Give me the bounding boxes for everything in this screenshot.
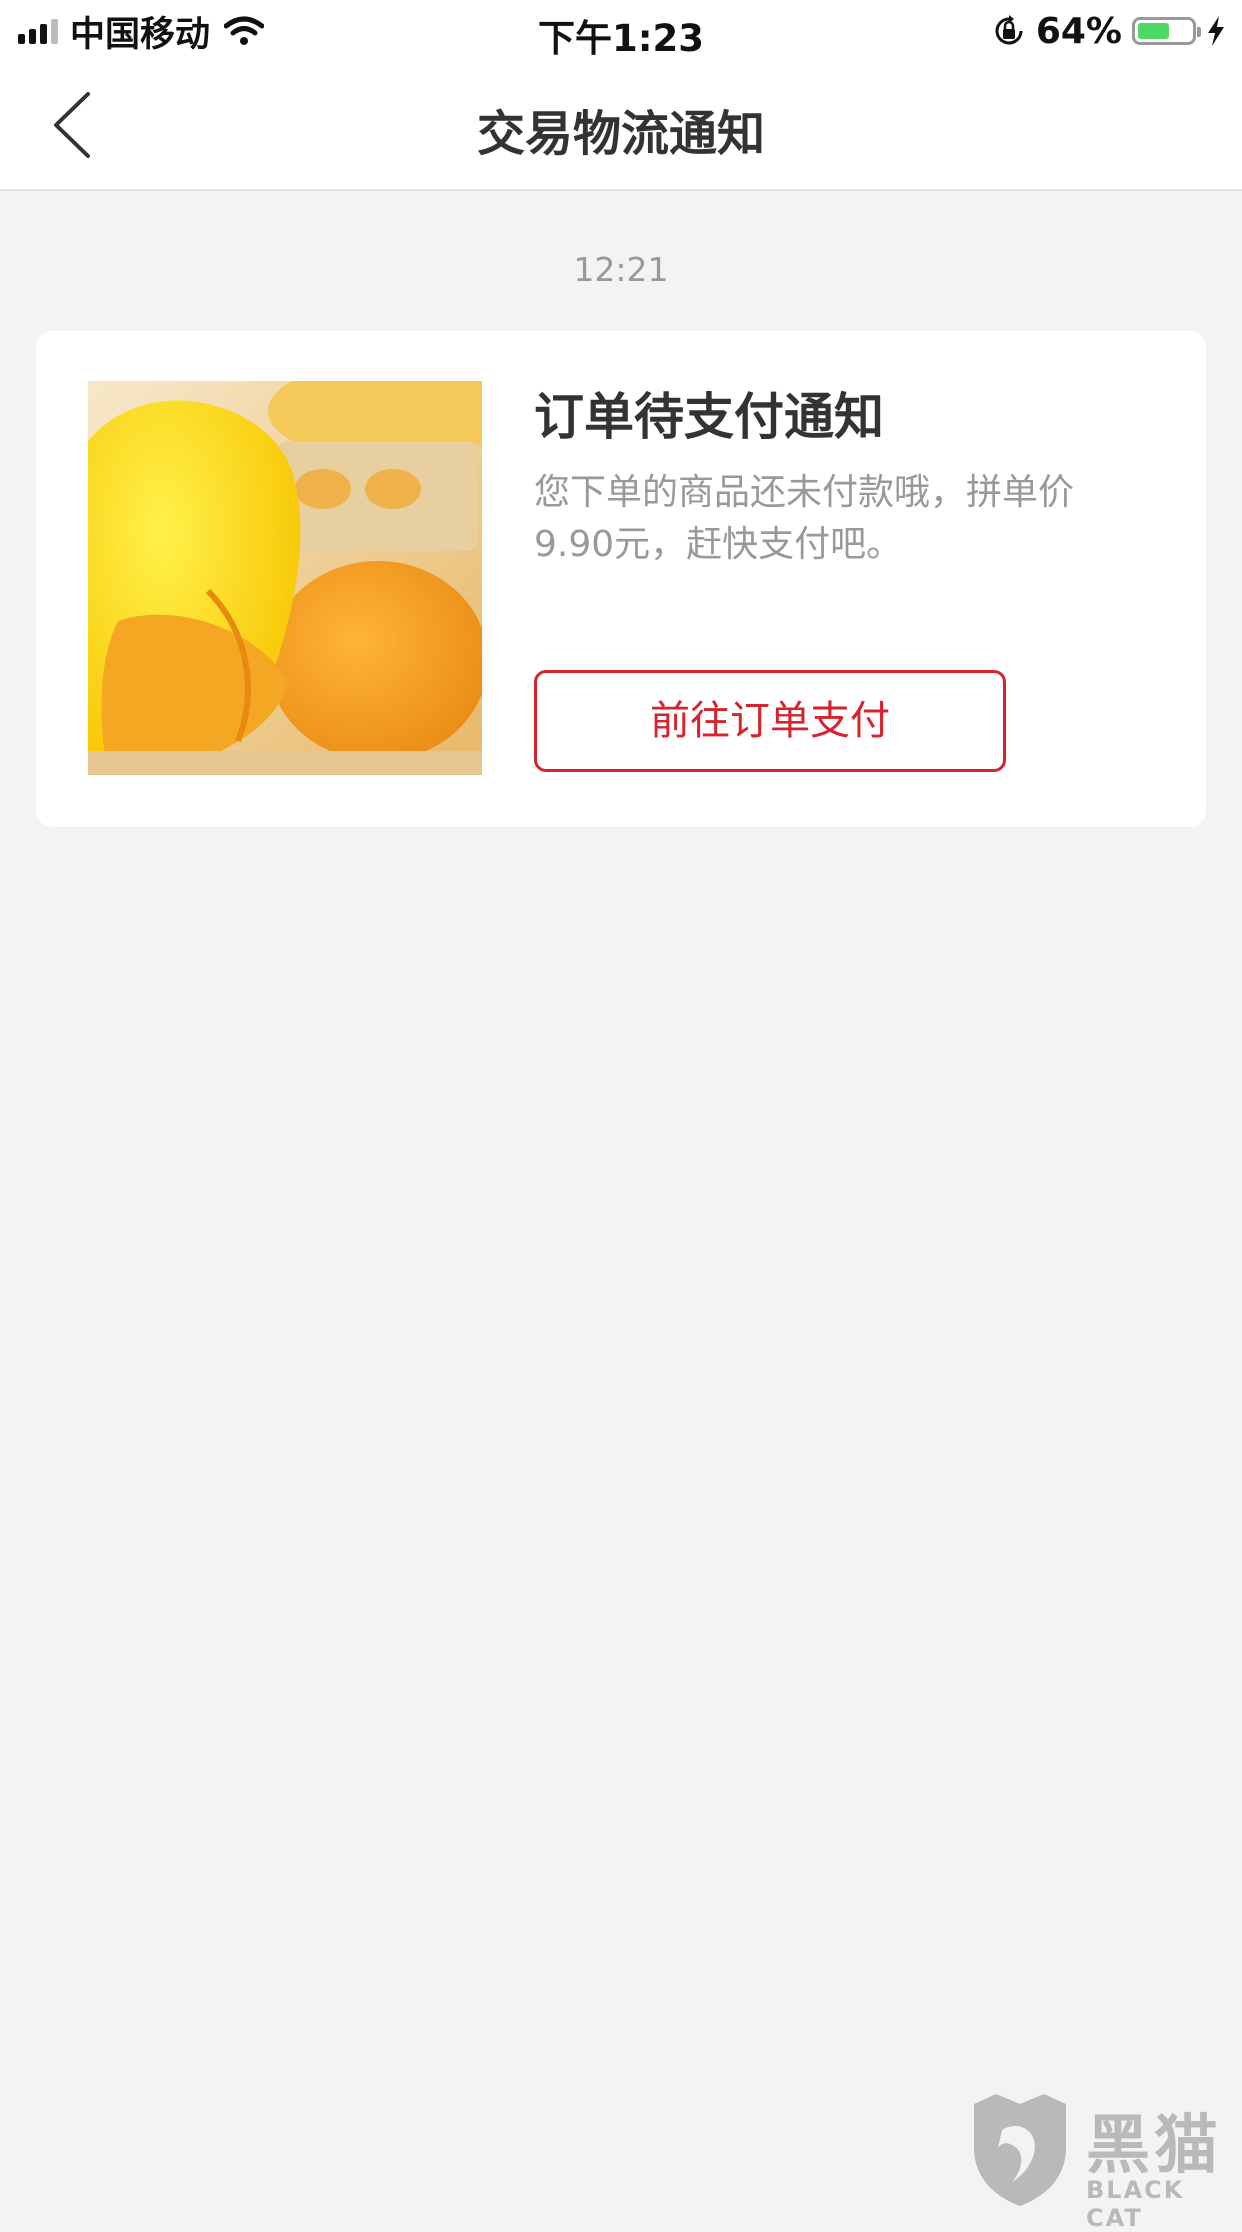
orientation-lock-icon <box>995 15 1023 45</box>
battery-icon <box>1132 17 1201 45</box>
notification-description: 您下单的商品还未付款哦，拼单价9.90元，赶快支付吧。 <box>534 472 1075 565</box>
watermark-subtitle: BLACK CAT <box>1086 2176 1185 2232</box>
nav-bar: 交易物流通知 <box>0 62 1242 191</box>
watermark-title: 黑猫 <box>1086 2109 1222 2183</box>
go-to-payment-button[interactable]: 前往订单支付 <box>534 670 1006 772</box>
page-title: 交易物流通知 <box>476 106 765 162</box>
battery-percent: 64% <box>1035 10 1122 52</box>
status-bar: 中国移动 下午1:23 64% <box>0 0 1242 62</box>
notification-card[interactable]: 订单待支付通知 您下单的商品还未付款哦，拼单价9.90元，赶快支付吧。 前往订单… <box>36 331 1206 827</box>
product-image[interactable] <box>88 381 482 775</box>
black-cat-watermark: 黑猫 BLACK CAT <box>968 2090 1242 2232</box>
status-right: 64% <box>992 8 1226 54</box>
message-timestamp: 12:21 <box>573 250 669 289</box>
battery-level-fill <box>1138 23 1170 39</box>
charging-icon <box>1208 16 1224 46</box>
cat-shield-logo-icon <box>974 2094 1066 2206</box>
notification-title: 订单待支付通知 <box>534 388 884 446</box>
